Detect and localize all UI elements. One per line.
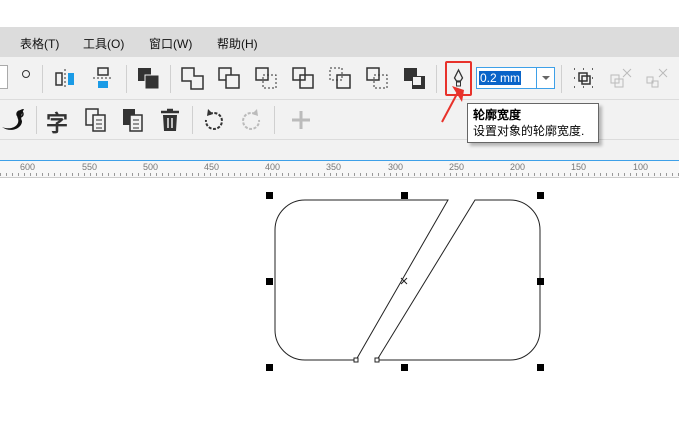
canvas[interactable] <box>0 178 679 442</box>
front-minus-back-icon[interactable] <box>328 65 354 91</box>
selection-handle[interactable] <box>401 364 408 371</box>
property-bar: 0.2 mm <box>0 57 679 100</box>
outline-width-value[interactable]: 0.2 mm <box>479 71 522 85</box>
selection-handle[interactable] <box>266 364 273 371</box>
input-field[interactable] <box>0 65 8 89</box>
combine-icon[interactable] <box>136 65 162 91</box>
weld-icon[interactable] <box>180 65 206 91</box>
ruler-label: 350 <box>326 162 342 172</box>
left-shape <box>274 199 449 361</box>
ruler-label: 600 <box>20 162 36 172</box>
selection-handle[interactable] <box>537 364 544 371</box>
undo-icon[interactable] <box>200 106 228 134</box>
copy-icon[interactable] <box>83 106 109 134</box>
plus-icon[interactable] <box>290 109 312 131</box>
selection-handle[interactable] <box>266 278 273 285</box>
toolbar-strip <box>0 140 679 160</box>
menu-tools[interactable]: 工具(O) <box>83 35 124 52</box>
boundary-icon[interactable] <box>402 65 428 91</box>
menu-window[interactable]: 窗口(W) <box>149 35 192 52</box>
selection-handle[interactable] <box>537 192 544 199</box>
ungroup-icon <box>610 68 632 88</box>
tooltip-title: 轮廓宽度 <box>473 108 522 122</box>
circle-icon[interactable] <box>22 70 30 78</box>
text-tool-icon[interactable]: 字 <box>46 106 68 138</box>
menu-table[interactable]: 表格(T) <box>20 35 59 52</box>
ruler-label: 500 <box>143 162 159 172</box>
tooltip-text: 设置对象的轮廓宽度. <box>473 124 585 138</box>
delete-icon[interactable] <box>157 106 183 134</box>
arrow-annotation <box>441 86 464 123</box>
ungroup-all-icon <box>646 68 668 88</box>
node-handle <box>353 357 359 363</box>
selection-handle[interactable] <box>266 192 273 199</box>
menu-help[interactable]: 帮助(H) <box>217 35 258 52</box>
ruler-label: 150 <box>571 162 587 172</box>
tooltip: 轮廓宽度 设置对象的轮廓宽度. <box>467 103 599 143</box>
ruler-label: 400 <box>265 162 281 172</box>
app-logo-icon[interactable] <box>0 105 28 133</box>
group-select-icon[interactable] <box>571 65 597 91</box>
paste-icon[interactable] <box>120 106 146 134</box>
redo-icon <box>242 109 261 130</box>
chevron-down-icon[interactable] <box>536 68 554 88</box>
mirror-horizontal-icon[interactable] <box>52 65 78 91</box>
outline-width-combo[interactable]: 0.2 mm <box>476 67 555 89</box>
menu-bar: 表格(T) 工具(O) 窗口(W) 帮助(H) <box>0 27 679 57</box>
mirror-vertical-icon[interactable] <box>90 65 116 91</box>
selection-handle[interactable] <box>401 192 408 199</box>
back-minus-front-icon[interactable] <box>365 65 391 91</box>
ruler-label: 450 <box>204 162 220 172</box>
horizontal-ruler[interactable]: 600 550 500 450 400 350 300 250 200 150 … <box>0 160 679 178</box>
ruler-label: 250 <box>449 162 465 172</box>
trim-icon[interactable] <box>217 65 243 91</box>
selection-handle[interactable] <box>537 278 544 285</box>
ruler-label: 550 <box>82 162 98 172</box>
simplify-icon[interactable] <box>291 65 317 91</box>
ruler-label: 200 <box>510 162 526 172</box>
node-handle <box>374 357 380 363</box>
ruler-label: 300 <box>388 162 404 172</box>
intersect-icon[interactable] <box>254 65 280 91</box>
ruler-label: 100 <box>633 162 649 172</box>
